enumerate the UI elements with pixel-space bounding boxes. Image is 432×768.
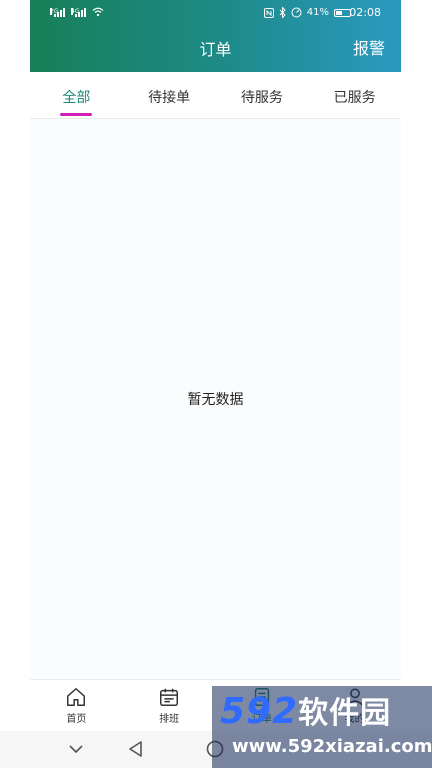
watermark-logo: 592软件园 bbox=[220, 688, 391, 732]
watermark-logo-text: 软件园 bbox=[298, 696, 392, 731]
clock: 02:08 bbox=[349, 6, 381, 19]
order-tabs: 全部 待接单 待服务 已服务 bbox=[30, 72, 401, 119]
wifi-icon bbox=[92, 7, 104, 17]
back-icon[interactable] bbox=[126, 739, 146, 759]
watermark-logo-number: 592 bbox=[220, 691, 299, 732]
battery-percent: 41% bbox=[306, 7, 329, 18]
tab-all[interactable]: 全部 bbox=[30, 72, 123, 118]
empty-state-text: 暂无数据 bbox=[187, 392, 244, 408]
nav-home[interactable]: 首页 bbox=[30, 680, 123, 731]
nfc-icon bbox=[263, 7, 274, 18]
nav-schedule[interactable]: 排班 bbox=[123, 680, 216, 731]
speed-icon bbox=[291, 7, 302, 18]
tab-served[interactable]: 已服务 bbox=[308, 72, 401, 118]
watermark-url: www.592xiazai.com bbox=[232, 736, 432, 757]
alarm-button[interactable]: 报警 bbox=[353, 35, 385, 59]
home-icon bbox=[67, 688, 86, 706]
status-bar: 2G 4G 41% 02:08 bbox=[30, 0, 401, 26]
signal-icon: 2G bbox=[50, 8, 65, 17]
tab-pending-service[interactable]: 待服务 bbox=[216, 72, 309, 118]
bluetooth-icon bbox=[279, 7, 286, 18]
nav-schedule-label: 排班 bbox=[159, 714, 180, 725]
tab-pending-accept[interactable]: 待接单 bbox=[123, 72, 216, 118]
app-header: 2G 4G 41% 02:08 订单 报警 bbox=[30, 0, 401, 72]
calendar-icon bbox=[160, 688, 179, 706]
chevron-down-icon[interactable] bbox=[66, 739, 86, 759]
nav-home-label: 首页 bbox=[66, 714, 87, 725]
watermark: 592软件园 www.592xiazai.com bbox=[212, 686, 432, 768]
app-screen: 2G 4G 41% 02:08 订单 报警 全部 待接单 待服务 已服务 暂无数… bbox=[30, 0, 401, 768]
page-title: 订单 bbox=[199, 40, 232, 59]
signal-icon-2: 4G bbox=[71, 8, 86, 17]
